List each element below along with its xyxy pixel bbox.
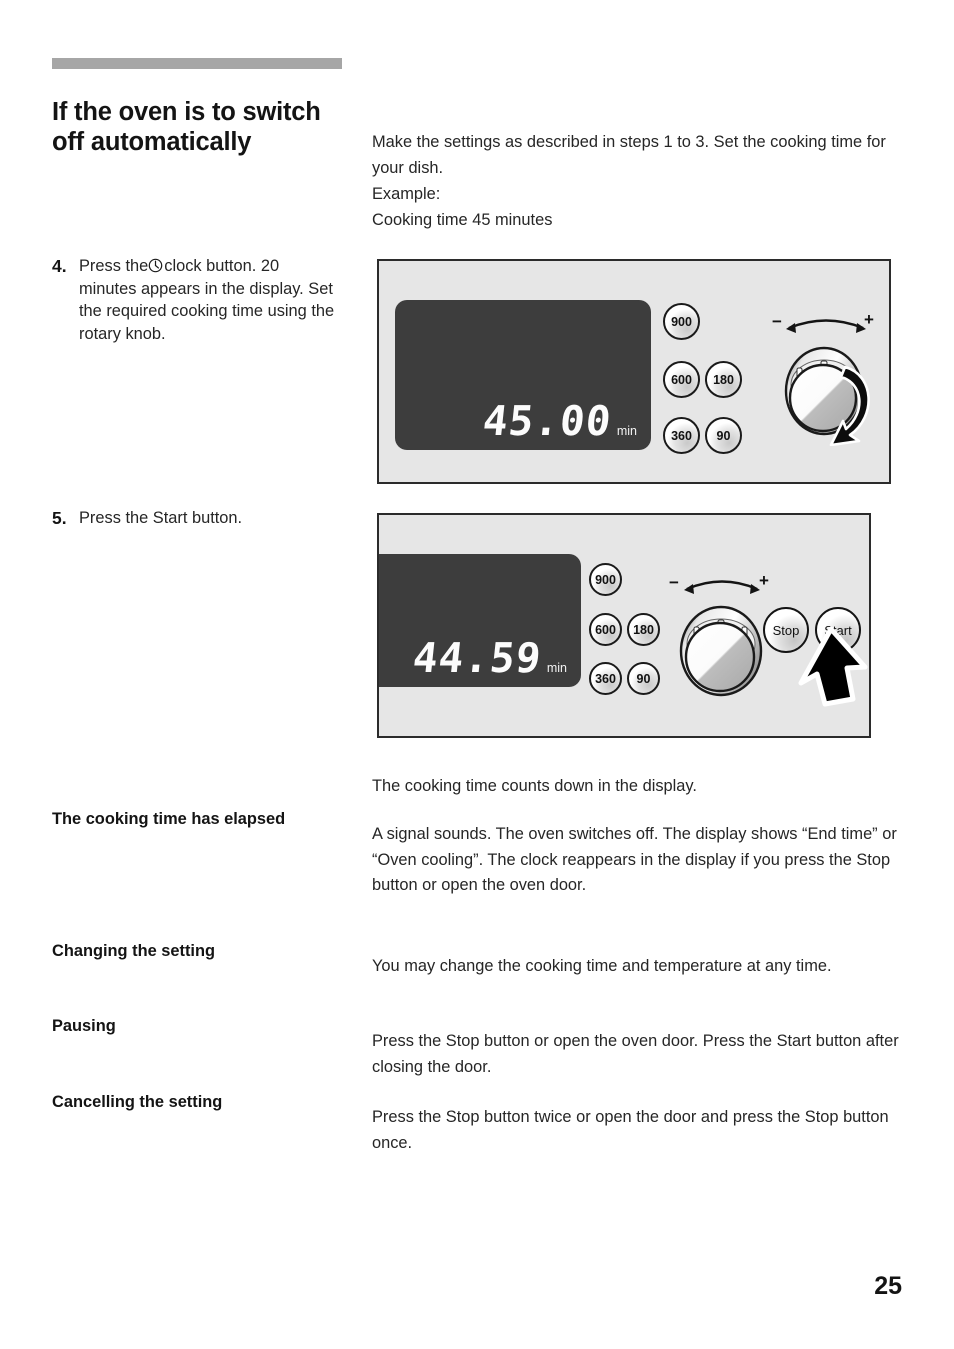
rotary-knob-assembly[interactable]: − + bbox=[771, 311, 881, 446]
oven-display: 45.00 min bbox=[395, 300, 651, 450]
definition-term-cooking-time-elapsed: The cooking time has elapsed bbox=[52, 810, 286, 828]
step-4: 4. Press the clock button. 20 minutes app… bbox=[52, 255, 352, 345]
power-button-180[interactable]: 180 bbox=[705, 361, 742, 398]
oven-display: 44.59 min bbox=[379, 554, 581, 687]
oven-control-panel-setting-time: 45.00 min 900 600 180 360 90 − + bbox=[377, 259, 891, 484]
step-5-text: Press the Start button. bbox=[79, 509, 243, 527]
rotary-knob-icon[interactable] bbox=[771, 311, 881, 446]
display-time-unit: min bbox=[546, 660, 567, 675]
definition-description-pausing: Press the Stop button or open the oven d… bbox=[372, 1032, 899, 1076]
power-button-360[interactable]: 360 bbox=[663, 417, 700, 454]
example-label: Example: bbox=[372, 185, 441, 203]
step-5: 5. Press the Start button. bbox=[52, 507, 352, 530]
step-4-text: Press the clock button. 20 minutes appear… bbox=[79, 255, 337, 345]
oven-control-panel-counting-down: 44.59 min 900 600 180 360 90 − + Stop St… bbox=[377, 513, 871, 738]
power-button-600[interactable]: 600 bbox=[589, 613, 622, 646]
figure-caption: The cooking time counts down in the disp… bbox=[372, 777, 697, 796]
step-5-number: 5. bbox=[52, 508, 67, 528]
page-number: 25 bbox=[874, 1272, 902, 1300]
power-button-900[interactable]: 900 bbox=[589, 563, 622, 596]
clock-icon bbox=[148, 257, 163, 273]
intro-paragraph-1: Make the settings as described in steps … bbox=[372, 133, 886, 177]
display-readout: 45.00 min bbox=[480, 397, 637, 445]
power-button-90[interactable]: 90 bbox=[627, 662, 660, 695]
title-rule-bar bbox=[52, 58, 342, 69]
step-4-number: 4. bbox=[52, 256, 67, 276]
definition-description-changing-setting: You may change the cooking time and temp… bbox=[372, 957, 832, 976]
power-button-600[interactable]: 600 bbox=[663, 361, 700, 398]
definition-term-pausing: Pausing bbox=[52, 1017, 116, 1035]
definition-description-cancelling-setting: Press the Stop button twice or open the … bbox=[372, 1108, 889, 1152]
definition-term-changing-setting: Changing the setting bbox=[52, 942, 215, 960]
page-title: If the oven is to switch off automatical… bbox=[52, 98, 321, 157]
power-button-360[interactable]: 360 bbox=[589, 662, 622, 695]
definition-description-cooking-time-elapsed: A signal sounds. The oven switches off. … bbox=[372, 825, 897, 895]
intro-paragraph-2: Example: Cooking time 45 minutes bbox=[372, 182, 907, 233]
power-button-90[interactable]: 90 bbox=[705, 417, 742, 454]
rotary-knob-icon[interactable] bbox=[667, 571, 775, 699]
example-value: Cooking time 45 minutes bbox=[372, 210, 553, 229]
pointer-cursor-icon bbox=[798, 626, 868, 707]
display-time-unit: min bbox=[616, 423, 637, 438]
definition-term-cancelling-setting: Cancelling the setting bbox=[52, 1093, 223, 1111]
rotary-knob-assembly[interactable]: − + bbox=[667, 571, 775, 699]
power-button-180[interactable]: 180 bbox=[627, 613, 660, 646]
power-button-900[interactable]: 900 bbox=[663, 303, 700, 340]
step-4-text-before-icon: Press the bbox=[79, 257, 149, 275]
display-time-value: 44.59 bbox=[410, 634, 545, 682]
display-readout: 44.59 min bbox=[410, 634, 567, 682]
display-time-value: 45.00 bbox=[480, 397, 615, 445]
